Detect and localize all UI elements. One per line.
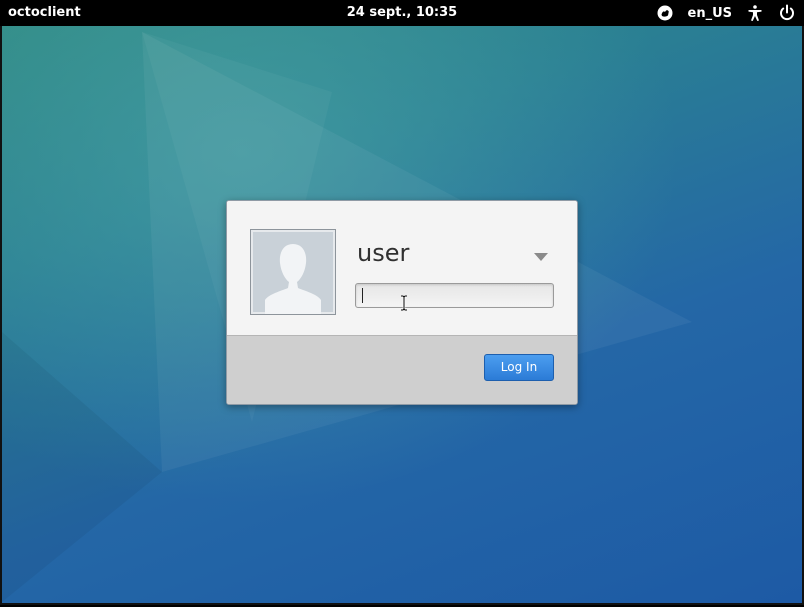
password-field[interactable]: [355, 283, 554, 308]
login-dialog-body: user: [227, 201, 577, 335]
ibeam-cursor-icon: [401, 295, 407, 311]
indicator-area: en_US: [656, 3, 797, 23]
language-indicator[interactable]: en_US: [688, 6, 733, 21]
session-icon[interactable]: [656, 4, 674, 22]
top-panel: octoclient 24 sept., 10:35 en_US: [0, 0, 804, 26]
user-silhouette-icon: [250, 229, 336, 315]
login-button[interactable]: Log In: [484, 354, 554, 381]
text-caret: [362, 288, 363, 303]
accessibility-icon[interactable]: [746, 4, 764, 22]
username-label[interactable]: user: [357, 239, 409, 267]
triangle-down-icon[interactable]: [531, 249, 551, 263]
power-icon[interactable]: [778, 4, 796, 22]
